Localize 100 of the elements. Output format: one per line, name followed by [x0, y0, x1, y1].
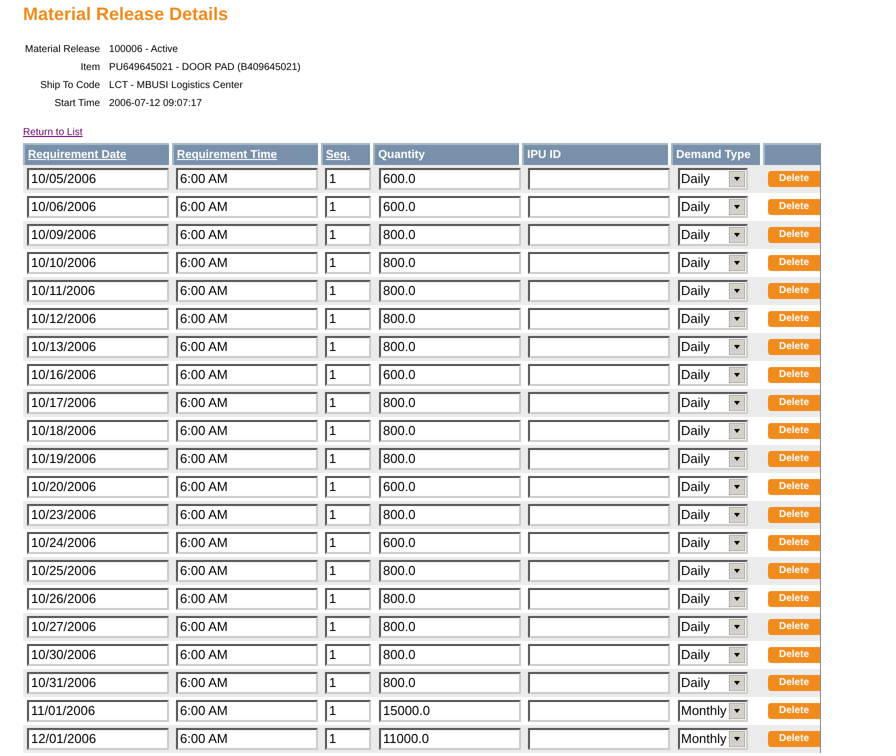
quantity-field[interactable]: 11000.0 — [379, 728, 521, 750]
demand-type-dropdown[interactable]: Daily — [678, 448, 748, 470]
date-field[interactable]: 10/20/2006 — [27, 476, 169, 498]
dropdown-arrow-icon[interactable] — [729, 283, 745, 299]
ipu-id-field[interactable] — [528, 364, 670, 386]
demand-type-dropdown[interactable]: Daily — [678, 364, 748, 386]
sequence-field[interactable]: 1 — [325, 560, 371, 582]
time-field[interactable]: 6:00 AM — [176, 308, 318, 330]
sequence-field[interactable]: 1 — [325, 364, 371, 386]
demand-type-dropdown[interactable]: Daily — [678, 672, 748, 694]
quantity-field[interactable]: 800.0 — [379, 616, 521, 638]
demand-type-dropdown[interactable]: Daily — [678, 224, 748, 246]
quantity-field[interactable]: 800.0 — [379, 560, 521, 582]
date-field[interactable]: 10/11/2006 — [27, 280, 169, 302]
dropdown-arrow-icon[interactable] — [729, 675, 745, 691]
date-field[interactable]: 10/06/2006 — [27, 196, 169, 218]
date-field[interactable]: 10/10/2006 — [27, 252, 169, 274]
date-field[interactable]: 10/25/2006 — [27, 560, 169, 582]
dropdown-arrow-icon[interactable] — [729, 619, 745, 635]
date-field[interactable]: 10/27/2006 — [27, 616, 169, 638]
dropdown-arrow-icon[interactable] — [729, 171, 745, 187]
sequence-field[interactable]: 1 — [325, 448, 371, 470]
demand-type-dropdown[interactable]: Daily — [678, 616, 748, 638]
time-field[interactable]: 6:00 AM — [176, 616, 318, 638]
time-field[interactable]: 6:00 AM — [176, 560, 318, 582]
demand-type-dropdown[interactable]: Daily — [678, 252, 748, 274]
quantity-field[interactable]: 800.0 — [379, 420, 521, 442]
quantity-field[interactable]: 800.0 — [379, 448, 521, 470]
quantity-field[interactable]: 600.0 — [379, 476, 521, 498]
dropdown-arrow-icon[interactable] — [729, 199, 745, 215]
dropdown-arrow-icon[interactable] — [729, 451, 745, 467]
dropdown-arrow-icon[interactable] — [729, 591, 745, 607]
time-field[interactable]: 6:00 AM — [176, 448, 318, 470]
date-field[interactable]: 11/01/2006 — [27, 700, 169, 722]
date-field[interactable]: 12/01/2006 — [27, 728, 169, 750]
ipu-id-field[interactable] — [528, 420, 670, 442]
dropdown-arrow-icon[interactable] — [729, 703, 745, 719]
date-field[interactable]: 10/05/2006 — [27, 168, 169, 190]
ipu-id-field[interactable] — [528, 224, 670, 246]
demand-type-dropdown[interactable]: Daily — [678, 420, 748, 442]
time-field[interactable]: 6:00 AM — [176, 364, 318, 386]
date-field[interactable]: 10/18/2006 — [27, 420, 169, 442]
date-field[interactable]: 10/12/2006 — [27, 308, 169, 330]
time-field[interactable]: 6:00 AM — [176, 532, 318, 554]
date-field[interactable]: 10/24/2006 — [27, 532, 169, 554]
dropdown-arrow-icon[interactable] — [729, 647, 745, 663]
demand-type-dropdown[interactable]: Monthly — [678, 700, 748, 722]
demand-type-dropdown[interactable]: Daily — [678, 308, 748, 330]
date-field[interactable]: 10/26/2006 — [27, 588, 169, 610]
ipu-id-field[interactable] — [528, 476, 670, 498]
time-field[interactable]: 6:00 AM — [176, 476, 318, 498]
time-field[interactable]: 6:00 AM — [176, 644, 318, 666]
date-field[interactable]: 10/30/2006 — [27, 644, 169, 666]
ipu-id-field[interactable] — [528, 728, 670, 750]
dropdown-arrow-icon[interactable] — [729, 507, 745, 523]
quantity-field[interactable]: 800.0 — [379, 588, 521, 610]
sequence-field[interactable]: 1 — [325, 224, 371, 246]
quantity-field[interactable]: 600.0 — [379, 364, 521, 386]
date-field[interactable]: 10/17/2006 — [27, 392, 169, 414]
ipu-id-field[interactable] — [528, 308, 670, 330]
dropdown-arrow-icon[interactable] — [729, 535, 745, 551]
time-field[interactable]: 6:00 AM — [176, 280, 318, 302]
quantity-field[interactable]: 800.0 — [379, 280, 521, 302]
time-field[interactable]: 6:00 AM — [176, 168, 318, 190]
time-field[interactable]: 6:00 AM — [176, 728, 318, 750]
time-field[interactable]: 6:00 AM — [176, 504, 318, 526]
ipu-id-field[interactable] — [528, 336, 670, 358]
quantity-field[interactable]: 800.0 — [379, 644, 521, 666]
quantity-field[interactable]: 600.0 — [379, 196, 521, 218]
quantity-field[interactable]: 600.0 — [379, 168, 521, 190]
time-field[interactable]: 6:00 AM — [176, 700, 318, 722]
demand-type-dropdown[interactable]: Daily — [678, 532, 748, 554]
demand-type-dropdown[interactable]: Daily — [678, 168, 748, 190]
date-field[interactable]: 10/16/2006 — [27, 364, 169, 386]
dropdown-arrow-icon[interactable] — [729, 227, 745, 243]
time-field[interactable]: 6:00 AM — [176, 420, 318, 442]
return-to-list-link[interactable]: Return to List — [23, 127, 82, 139]
demand-type-dropdown[interactable]: Daily — [678, 280, 748, 302]
demand-type-dropdown[interactable]: Daily — [678, 336, 748, 358]
demand-type-dropdown[interactable]: Daily — [678, 560, 748, 582]
demand-type-dropdown[interactable]: Monthly — [678, 728, 748, 750]
dropdown-arrow-icon[interactable] — [729, 395, 745, 411]
quantity-field[interactable]: 800.0 — [379, 336, 521, 358]
time-field[interactable]: 6:00 AM — [176, 224, 318, 246]
demand-type-dropdown[interactable]: Daily — [678, 588, 748, 610]
sequence-field[interactable]: 1 — [325, 168, 371, 190]
ipu-id-field[interactable] — [528, 700, 670, 722]
time-field[interactable]: 6:00 AM — [176, 336, 318, 358]
ipu-id-field[interactable] — [528, 448, 670, 470]
ipu-id-field[interactable] — [528, 196, 670, 218]
ipu-id-field[interactable] — [528, 168, 670, 190]
ipu-id-field[interactable] — [528, 588, 670, 610]
date-field[interactable]: 10/31/2006 — [27, 672, 169, 694]
demand-type-dropdown[interactable]: Daily — [678, 644, 748, 666]
sequence-field[interactable]: 1 — [325, 672, 371, 694]
sequence-field[interactable]: 1 — [325, 532, 371, 554]
demand-type-dropdown[interactable]: Daily — [678, 504, 748, 526]
sequence-field[interactable]: 1 — [325, 392, 371, 414]
ipu-id-field[interactable] — [528, 672, 670, 694]
ipu-id-field[interactable] — [528, 280, 670, 302]
